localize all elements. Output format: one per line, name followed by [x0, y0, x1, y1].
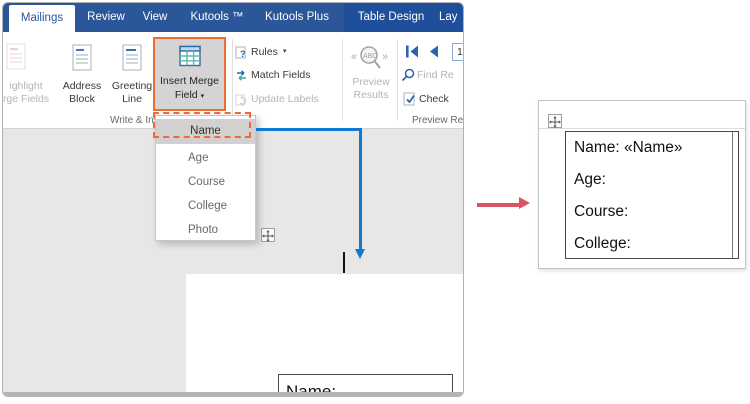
- svg-text:»: »: [382, 51, 388, 63]
- button-label: rge Fields: [2, 93, 50, 105]
- chevron-down-icon: ▾: [200, 93, 205, 100]
- chevron-down-icon: ▾: [283, 48, 287, 55]
- result-cell-college[interactable]: College:: [574, 228, 724, 260]
- first-record-button[interactable]: [405, 45, 419, 58]
- button-label: Greeting: [111, 80, 153, 92]
- button-label: Block: [69, 93, 95, 105]
- dropdown-item-photo[interactable]: Photo: [156, 218, 255, 242]
- preview-results-icon: « » ABC: [351, 46, 388, 69]
- button-label: Rules: [251, 46, 278, 58]
- record-number-input[interactable]: 1: [452, 43, 463, 61]
- rules-icon: ?: [235, 46, 246, 59]
- move-icon: [262, 230, 274, 242]
- previous-record-button[interactable]: [428, 45, 439, 58]
- button-label: Preview: [352, 76, 390, 88]
- button-label: Update Labels: [251, 93, 319, 105]
- annotation-arrow-blue-vertical: [359, 128, 362, 249]
- dropdown-item-course[interactable]: Course: [156, 170, 255, 194]
- button-label: Address: [62, 80, 102, 92]
- svg-text:?: ?: [240, 49, 246, 59]
- annotation-arrow-red-head: [519, 197, 530, 209]
- document-icon: [122, 44, 142, 71]
- status-bar: [3, 392, 463, 396]
- group-separator: [397, 39, 398, 121]
- group-separator: [232, 39, 233, 121]
- tab-view[interactable]: View: [138, 3, 172, 32]
- panel-rule: [539, 128, 745, 129]
- tab-kutools-plus[interactable]: Kutools Plus: [260, 3, 334, 32]
- button-label-text: Field: [174, 89, 198, 101]
- annotation-arrow-blue-horizontal: [256, 128, 361, 131]
- match-fields-icon: [237, 70, 246, 81]
- tab-kutools[interactable]: Kutools ™: [187, 3, 247, 32]
- document-icon: [6, 43, 26, 70]
- button-label: Find Re: [417, 69, 454, 81]
- svg-text:«: «: [351, 51, 357, 63]
- dropdown-item-age[interactable]: Age: [156, 146, 255, 170]
- button-label: Line: [122, 93, 142, 105]
- button-label: Results: [353, 89, 389, 101]
- word-window: Mailings Review View Kutools ™ Kutools P…: [2, 2, 464, 397]
- insert-merge-field-icon: [179, 45, 201, 67]
- table-move-handle[interactable]: [261, 228, 275, 242]
- button-label: ighlight: [9, 80, 43, 92]
- button-label: Insert Merge: [160, 75, 219, 87]
- table-column-divider: [732, 132, 733, 258]
- update-labels-icon: [235, 94, 247, 106]
- group-separator: [342, 39, 343, 121]
- button-label: Field ▾: [155, 89, 224, 103]
- result-table: Name: «Name» Age: Course: College:: [565, 131, 739, 259]
- annotation-arrow-red-line: [477, 203, 519, 207]
- button-label: Check: [419, 93, 449, 105]
- button-label: Match Fields: [251, 69, 311, 81]
- text-cursor: [343, 252, 345, 273]
- dropdown-item-college[interactable]: College: [156, 194, 255, 218]
- result-cell-name[interactable]: Name: «Name»: [574, 132, 724, 164]
- result-cell-age[interactable]: Age:: [574, 164, 724, 196]
- tutorial-image: Mailings Review View Kutools ™ Kutools P…: [0, 0, 750, 404]
- tab-table-design[interactable]: Table Design: [350, 3, 432, 32]
- tab-review[interactable]: Review: [84, 3, 128, 32]
- ribbon-tab-bar: Mailings Review View Kutools ™ Kutools P…: [3, 3, 463, 32]
- tab-layout[interactable]: Lay: [439, 3, 463, 32]
- group-label-preview-results: Preview Re: [412, 115, 464, 126]
- annotation-arrow-blue-head: [355, 249, 365, 259]
- result-panel: Name: «Name» Age: Course: College:: [538, 100, 746, 269]
- check-icon: [403, 92, 415, 106]
- document-icon: [72, 44, 92, 71]
- move-icon: [549, 116, 561, 128]
- table-move-handle[interactable]: [548, 114, 562, 128]
- group-label-write-insert: Write & Ins: [110, 115, 159, 126]
- find-icon: [401, 68, 415, 82]
- annotation-dashed-highlight: [153, 112, 251, 138]
- insert-merge-field-button[interactable]: Insert Merge Field ▾: [153, 37, 226, 111]
- svg-text:ABC: ABC: [363, 53, 377, 60]
- tab-mailings[interactable]: Mailings: [9, 5, 75, 32]
- result-cell-course[interactable]: Course:: [574, 196, 724, 228]
